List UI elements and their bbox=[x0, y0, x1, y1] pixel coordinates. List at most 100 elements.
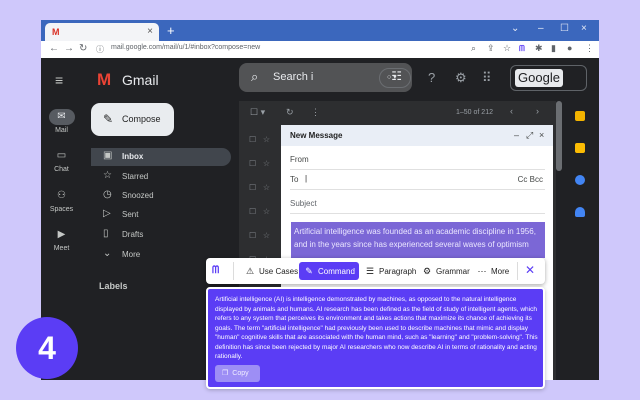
forward-icon[interactable]: → bbox=[64, 43, 74, 54]
tasks-icon[interactable] bbox=[575, 175, 585, 185]
close-window-button[interactable]: × bbox=[581, 23, 587, 34]
subject-field[interactable]: Subject bbox=[290, 199, 317, 208]
url-text[interactable]: mail.google.com/mail/u/1/#inbox?compose=… bbox=[111, 44, 260, 51]
keep-icon[interactable] bbox=[575, 143, 585, 153]
more-options-icon[interactable]: ⋮ bbox=[311, 107, 320, 118]
extensions-icon[interactable]: ✱ bbox=[535, 43, 543, 54]
rail-item-chat[interactable]: ▭ Chat bbox=[41, 148, 82, 173]
paragraph-button[interactable]: ☰ Paragraph bbox=[361, 262, 419, 280]
labels-heading: Labels bbox=[99, 281, 128, 291]
browser-menu-icon[interactable]: ⋮ bbox=[585, 43, 594, 54]
divider bbox=[517, 262, 518, 280]
selected-body-text[interactable]: Artificial intelligence was founded as a… bbox=[291, 222, 545, 258]
more-icon: ⋯ bbox=[477, 266, 487, 276]
rail-item-meet[interactable]: ▶ Meet bbox=[41, 227, 82, 252]
maximize-button[interactable]: ☐ bbox=[560, 23, 569, 34]
contacts-icon[interactable] bbox=[575, 207, 585, 217]
table-row[interactable]: ☐ ☆ bbox=[249, 135, 270, 144]
table-row[interactable]: ☐ ☆ bbox=[249, 159, 270, 168]
use-cases-button[interactable]: ⚠ Use Cases bbox=[241, 262, 301, 280]
compose-header: New Message – ⤢ × bbox=[281, 125, 553, 146]
gmail-tab[interactable]: M × bbox=[45, 23, 159, 41]
settings-icon[interactable]: ⚙ bbox=[455, 70, 467, 86]
meet-icon: ▶ bbox=[57, 229, 66, 240]
calendar-icon[interactable] bbox=[575, 111, 585, 121]
cc-bcc-link[interactable]: Cc Bcc bbox=[518, 175, 543, 184]
help-icon[interactable]: ? bbox=[428, 70, 435, 85]
step-badge: 4 bbox=[16, 317, 78, 379]
apps-icon[interactable]: ⠿ bbox=[482, 70, 492, 86]
table-row[interactable]: ☐ ☆ bbox=[249, 207, 270, 216]
divider bbox=[290, 189, 545, 190]
search-input[interactable]: Search i bbox=[273, 71, 313, 83]
next-page-icon[interactable]: › bbox=[536, 106, 539, 116]
grammar-icon: ⚙ bbox=[422, 266, 432, 276]
command-button[interactable]: ✎ Command bbox=[299, 262, 359, 280]
refresh-icon[interactable]: ↻ bbox=[286, 107, 294, 118]
sidebar-icon[interactable]: ▮ bbox=[551, 43, 556, 54]
search-icon[interactable]: ⌕ bbox=[251, 69, 258, 85]
compose-label: Compose bbox=[122, 114, 161, 124]
close-icon[interactable]: × bbox=[539, 130, 544, 140]
rail-label: Mail bbox=[55, 127, 68, 134]
sidebar-item-label: Snoozed bbox=[122, 191, 154, 200]
rail-label: Chat bbox=[54, 166, 69, 173]
select-all-checkbox[interactable]: ☐ ▾ bbox=[250, 107, 265, 118]
sidebar-item-inbox[interactable]: ▣ Inbox bbox=[91, 148, 231, 166]
expand-icon[interactable]: ⤢ bbox=[526, 130, 533, 141]
sidebar-item-label: Sent bbox=[122, 210, 139, 219]
extension-logo-icon[interactable]: ᗰ bbox=[519, 44, 525, 54]
paragraph-icon: ☰ bbox=[365, 266, 375, 276]
more-button[interactable]: ⋯ More bbox=[473, 262, 512, 280]
reload-icon[interactable]: ↻ bbox=[79, 43, 87, 54]
account-box[interactable]: Google bbox=[510, 65, 587, 91]
site-info-icon[interactable]: ⓘ bbox=[96, 44, 104, 55]
copy-icon: ❐ bbox=[222, 370, 229, 377]
table-row[interactable]: ☐ ☆ bbox=[249, 231, 270, 240]
sidebar-item-drafts[interactable]: ▯ Drafts bbox=[91, 226, 231, 244]
compose-button[interactable]: ✎ Compose bbox=[91, 103, 174, 136]
sidebar-item-label: More bbox=[122, 250, 141, 259]
sidebar-item-starred[interactable]: ☆ Starred bbox=[91, 168, 231, 186]
to-field[interactable]: To bbox=[290, 175, 298, 184]
ai-result-panel: Artificial intelligence (AI) is intellig… bbox=[206, 287, 545, 389]
mail-icon: ✉ bbox=[48, 109, 75, 125]
divider bbox=[233, 262, 234, 280]
share-icon[interactable]: ⇪ bbox=[487, 43, 495, 54]
new-tab-button[interactable]: + bbox=[167, 23, 175, 38]
table-row[interactable]: ☐ ☆ bbox=[249, 183, 270, 192]
tab-search-icon[interactable]: ⌄ bbox=[511, 23, 519, 34]
profile-icon[interactable]: ● bbox=[567, 43, 572, 53]
result-text: Artificial intelligence (AI) is intellig… bbox=[215, 296, 538, 360]
from-label: From bbox=[290, 155, 309, 164]
minimize-button[interactable]: – bbox=[538, 23, 544, 34]
bookmark-icon[interactable]: ☆ bbox=[503, 43, 511, 54]
rail-item-spaces[interactable]: ⚇ Spaces bbox=[41, 188, 82, 213]
ai-logo-icon[interactable]: ᗰ bbox=[212, 265, 219, 276]
sidebar-item-label: Inbox bbox=[122, 152, 144, 161]
draft-icon: ▯ bbox=[103, 228, 109, 239]
minimize-icon[interactable]: – bbox=[514, 130, 519, 140]
close-toolbar-icon[interactable]: ✕ bbox=[525, 263, 535, 277]
sidebar-item-label: Starred bbox=[122, 172, 149, 181]
menu-icon[interactable]: ≡ bbox=[55, 72, 63, 88]
status-dropdown[interactable]: ○ ▾ bbox=[379, 68, 411, 88]
sidebar-item-sent[interactable]: ▷ Sent bbox=[91, 206, 231, 224]
scrollbar[interactable] bbox=[556, 101, 562, 171]
gmail-m-icon: M bbox=[97, 70, 112, 89]
button-label: Command bbox=[318, 267, 355, 276]
sidebar-item-snoozed[interactable]: ◷ Snoozed bbox=[91, 187, 231, 205]
button-label: More bbox=[491, 267, 510, 276]
tab-close-icon[interactable]: × bbox=[147, 26, 153, 37]
back-icon[interactable]: ← bbox=[49, 43, 59, 54]
prev-page-icon[interactable]: ‹ bbox=[510, 106, 513, 116]
grammar-button[interactable]: ⚙ Grammar bbox=[418, 262, 473, 280]
divider bbox=[290, 169, 545, 170]
divider bbox=[290, 213, 545, 214]
zoom-icon[interactable]: ⌕ bbox=[471, 43, 476, 54]
rail-label: Spaces bbox=[49, 206, 74, 213]
clock-icon: ◷ bbox=[103, 189, 112, 200]
copy-button[interactable]: ❐ Copy bbox=[215, 365, 260, 382]
button-label: Use Cases bbox=[259, 267, 299, 276]
rail-item-mail[interactable]: ✉ Mail bbox=[41, 109, 82, 134]
